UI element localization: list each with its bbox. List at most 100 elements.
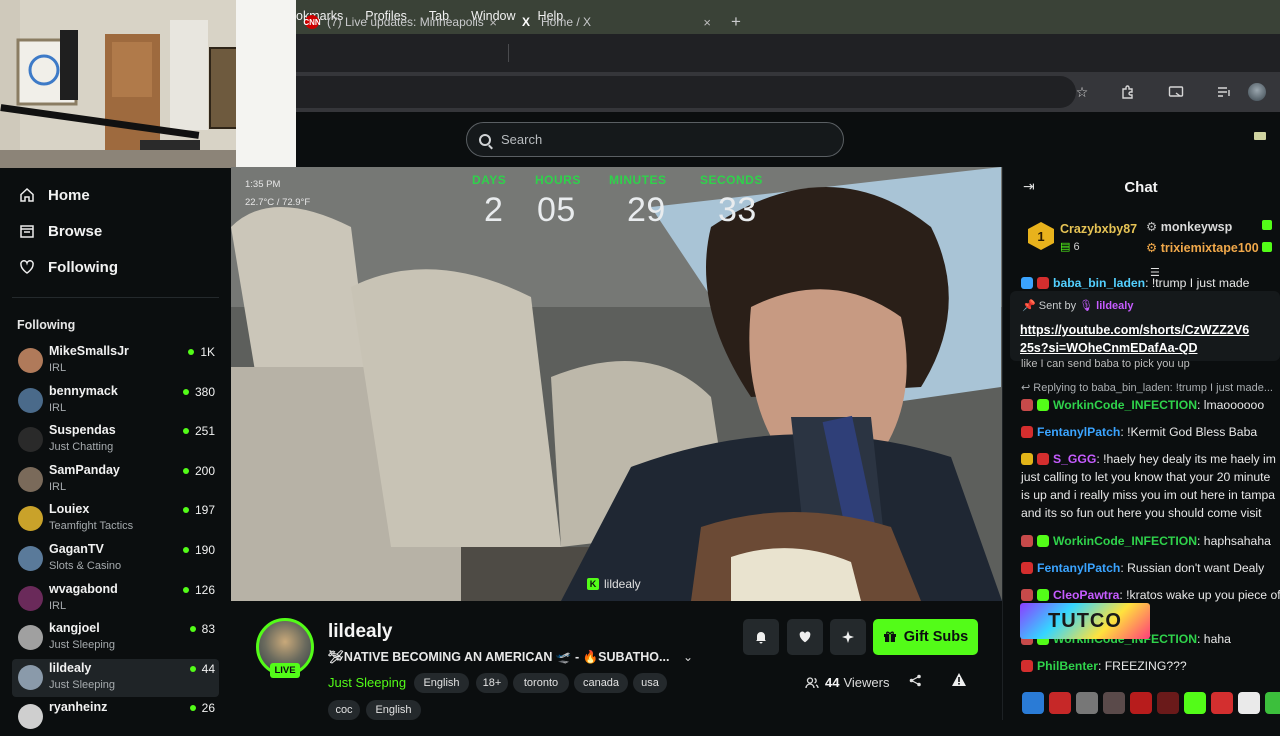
avatar	[18, 348, 43, 373]
tag-english-2[interactable]: English	[366, 700, 421, 720]
live-dot-icon	[182, 389, 189, 395]
cast-icon[interactable]	[1166, 82, 1186, 102]
following-item[interactable]: bennymack IRL 380	[12, 382, 219, 420]
cnn-favicon-icon: CNN	[303, 15, 321, 29]
boost-button[interactable]	[830, 619, 866, 655]
pinned-link[interactable]: https://youtube.com/shorts/CzWZZ2V6 25s?…	[1020, 321, 1249, 357]
emote-icon[interactable]	[1238, 692, 1260, 714]
close-tab-icon[interactable]: ×	[489, 15, 497, 30]
following-item[interactable]: kangjoel Just Sleeping 83	[12, 619, 219, 657]
channel-name[interactable]: lildealy	[328, 621, 392, 643]
chat-username[interactable]: WorkinCode_INFECTION	[1053, 398, 1197, 412]
countdown-hours-label: HOURS	[535, 173, 581, 187]
reply-text: Replying to baba_bin_laden: !trump I jus…	[1033, 382, 1273, 394]
sub-badge-icon	[1262, 242, 1272, 252]
tag-18plus[interactable]: 18+	[476, 673, 508, 693]
star-icon[interactable]: ☆	[1072, 82, 1092, 102]
chat-badge-icon	[1037, 535, 1049, 547]
leader-name-2[interactable]: ⚙ monkeywsp	[1146, 219, 1232, 234]
chat-username[interactable]: S_GGG	[1053, 452, 1096, 466]
notification-bell-button[interactable]	[743, 619, 779, 655]
following-item[interactable]: wvagabond IRL 126	[12, 580, 219, 618]
report-warning-icon[interactable]	[951, 672, 967, 691]
emote-icon[interactable]	[1103, 692, 1125, 714]
live-dot-icon	[188, 349, 195, 355]
extensions-icon[interactable]	[1118, 82, 1138, 102]
gift-icon[interactable]	[1254, 132, 1266, 140]
search-input[interactable]: Search	[466, 122, 844, 157]
browser-tab-x[interactable]: X Home / X ×	[519, 6, 711, 38]
nav-following[interactable]: Following	[18, 258, 118, 276]
address-bar[interactable]	[296, 76, 1076, 108]
bell-icon	[756, 632, 766, 644]
chat-text: : Russian don't want Dealy	[1120, 561, 1265, 575]
following-item[interactable]: lildealy Just Sleeping 44	[12, 659, 219, 697]
following-item[interactable]: GaganTV Slots & Casino 190	[12, 540, 219, 578]
emote-icon[interactable]	[1211, 692, 1233, 714]
channel-name: SamPanday	[49, 463, 120, 477]
channel-category: Just Sleeping	[49, 679, 116, 691]
chat-text: is up and i really miss you im out here …	[1021, 488, 1276, 502]
tag-english[interactable]: English	[414, 673, 469, 693]
tag-toronto[interactable]: toronto	[513, 673, 569, 693]
emote-icon[interactable]	[1130, 692, 1152, 714]
browse-icon	[18, 222, 36, 240]
following-item[interactable]: ryanheinz 26	[12, 698, 219, 736]
following-item[interactable]: Louiex Teamfight Tactics 197	[12, 500, 219, 538]
viewer-number: 44	[201, 662, 215, 676]
gift-subs-button[interactable]: Gift Subs	[873, 619, 978, 655]
weather-reading: 22.7°C / 72.9°F	[245, 197, 311, 208]
viewer-count: 197	[182, 503, 215, 517]
tag-canada[interactable]: canada	[574, 673, 628, 693]
chat-username[interactable]: PhilBenter	[1037, 659, 1098, 673]
tag-coc[interactable]: coc	[328, 700, 360, 720]
chat-badge-icon	[1021, 562, 1033, 574]
nav-browse[interactable]: Browse	[18, 222, 102, 240]
tab-title: (7) Live updates: Minneapolis	[327, 15, 484, 29]
search-icon	[479, 133, 491, 146]
close-tab-icon[interactable]: ×	[703, 15, 711, 30]
emote-icon[interactable]	[1157, 692, 1179, 714]
profile-icon[interactable]	[1247, 82, 1267, 102]
chat-text: : !kratos wake up you piece of	[1119, 588, 1280, 602]
chat-username[interactable]: FentanylPatch	[1037, 425, 1120, 439]
live-dot-icon	[182, 587, 189, 593]
video-player[interactable]: 1:35 PM 22.7°C / 72.9°F DAYS HOURS MINUT…	[231, 167, 1002, 601]
share-icon[interactable]	[909, 674, 922, 690]
viewer-count: 44	[189, 662, 215, 676]
stream-title: 🛩NATIVE BECOMING AN AMERICAN 🛫 - 🔥SUBATH…	[328, 650, 670, 664]
emote-icon[interactable]	[1076, 692, 1098, 714]
stream-category[interactable]: Just Sleeping	[328, 675, 406, 690]
tutco-emote: TUTCO	[1020, 603, 1150, 639]
follow-button[interactable]	[787, 619, 823, 655]
chevron-down-icon[interactable]: ⌄	[683, 650, 693, 664]
emote-icon[interactable]	[1022, 692, 1044, 714]
sent-by-user[interactable]: lildealy	[1096, 300, 1133, 312]
chat-username[interactable]: CleoPawtra	[1053, 588, 1119, 602]
chat-username[interactable]: baba_bin_laden	[1053, 276, 1145, 290]
profile-avatar	[1248, 83, 1266, 101]
nav-label: Browse	[48, 222, 103, 240]
following-item[interactable]: SamPanday IRL 200	[12, 461, 219, 499]
emote-icon[interactable]	[1049, 692, 1071, 714]
nav-home[interactable]: Home	[18, 186, 90, 204]
following-item[interactable]: MikeSmallsJr IRL 1K	[12, 342, 219, 380]
media-icon[interactable]	[1214, 82, 1234, 102]
chat-username[interactable]: WorkinCode_INFECTION	[1053, 534, 1197, 548]
new-tab-button[interactable]: +	[731, 6, 751, 38]
avatar	[18, 388, 43, 413]
emote-icon[interactable]	[1265, 692, 1280, 714]
emote-icon[interactable]	[1184, 692, 1206, 714]
avatar	[18, 665, 43, 690]
tag-usa[interactable]: usa	[633, 673, 667, 693]
browser-tab-cnn[interactable]: CNN (7) Live updates: Minneapolis ×	[303, 6, 497, 38]
chat-username[interactable]: FentanylPatch	[1037, 561, 1120, 575]
avatar	[18, 586, 43, 611]
chat-message: S_GGG: !haely hey dealy its me haely im	[1021, 450, 1276, 468]
viewer-count: 1K	[188, 345, 215, 359]
leader-name-3[interactable]: ⚙ trixiemixtape100	[1146, 240, 1259, 255]
following-item[interactable]: Suspendas Just Chatting 251	[12, 421, 219, 459]
countdown-seconds-label: SECONDS	[700, 173, 763, 187]
leader-name-1[interactable]: Crazybxby87	[1060, 222, 1137, 236]
avatar	[18, 506, 43, 531]
